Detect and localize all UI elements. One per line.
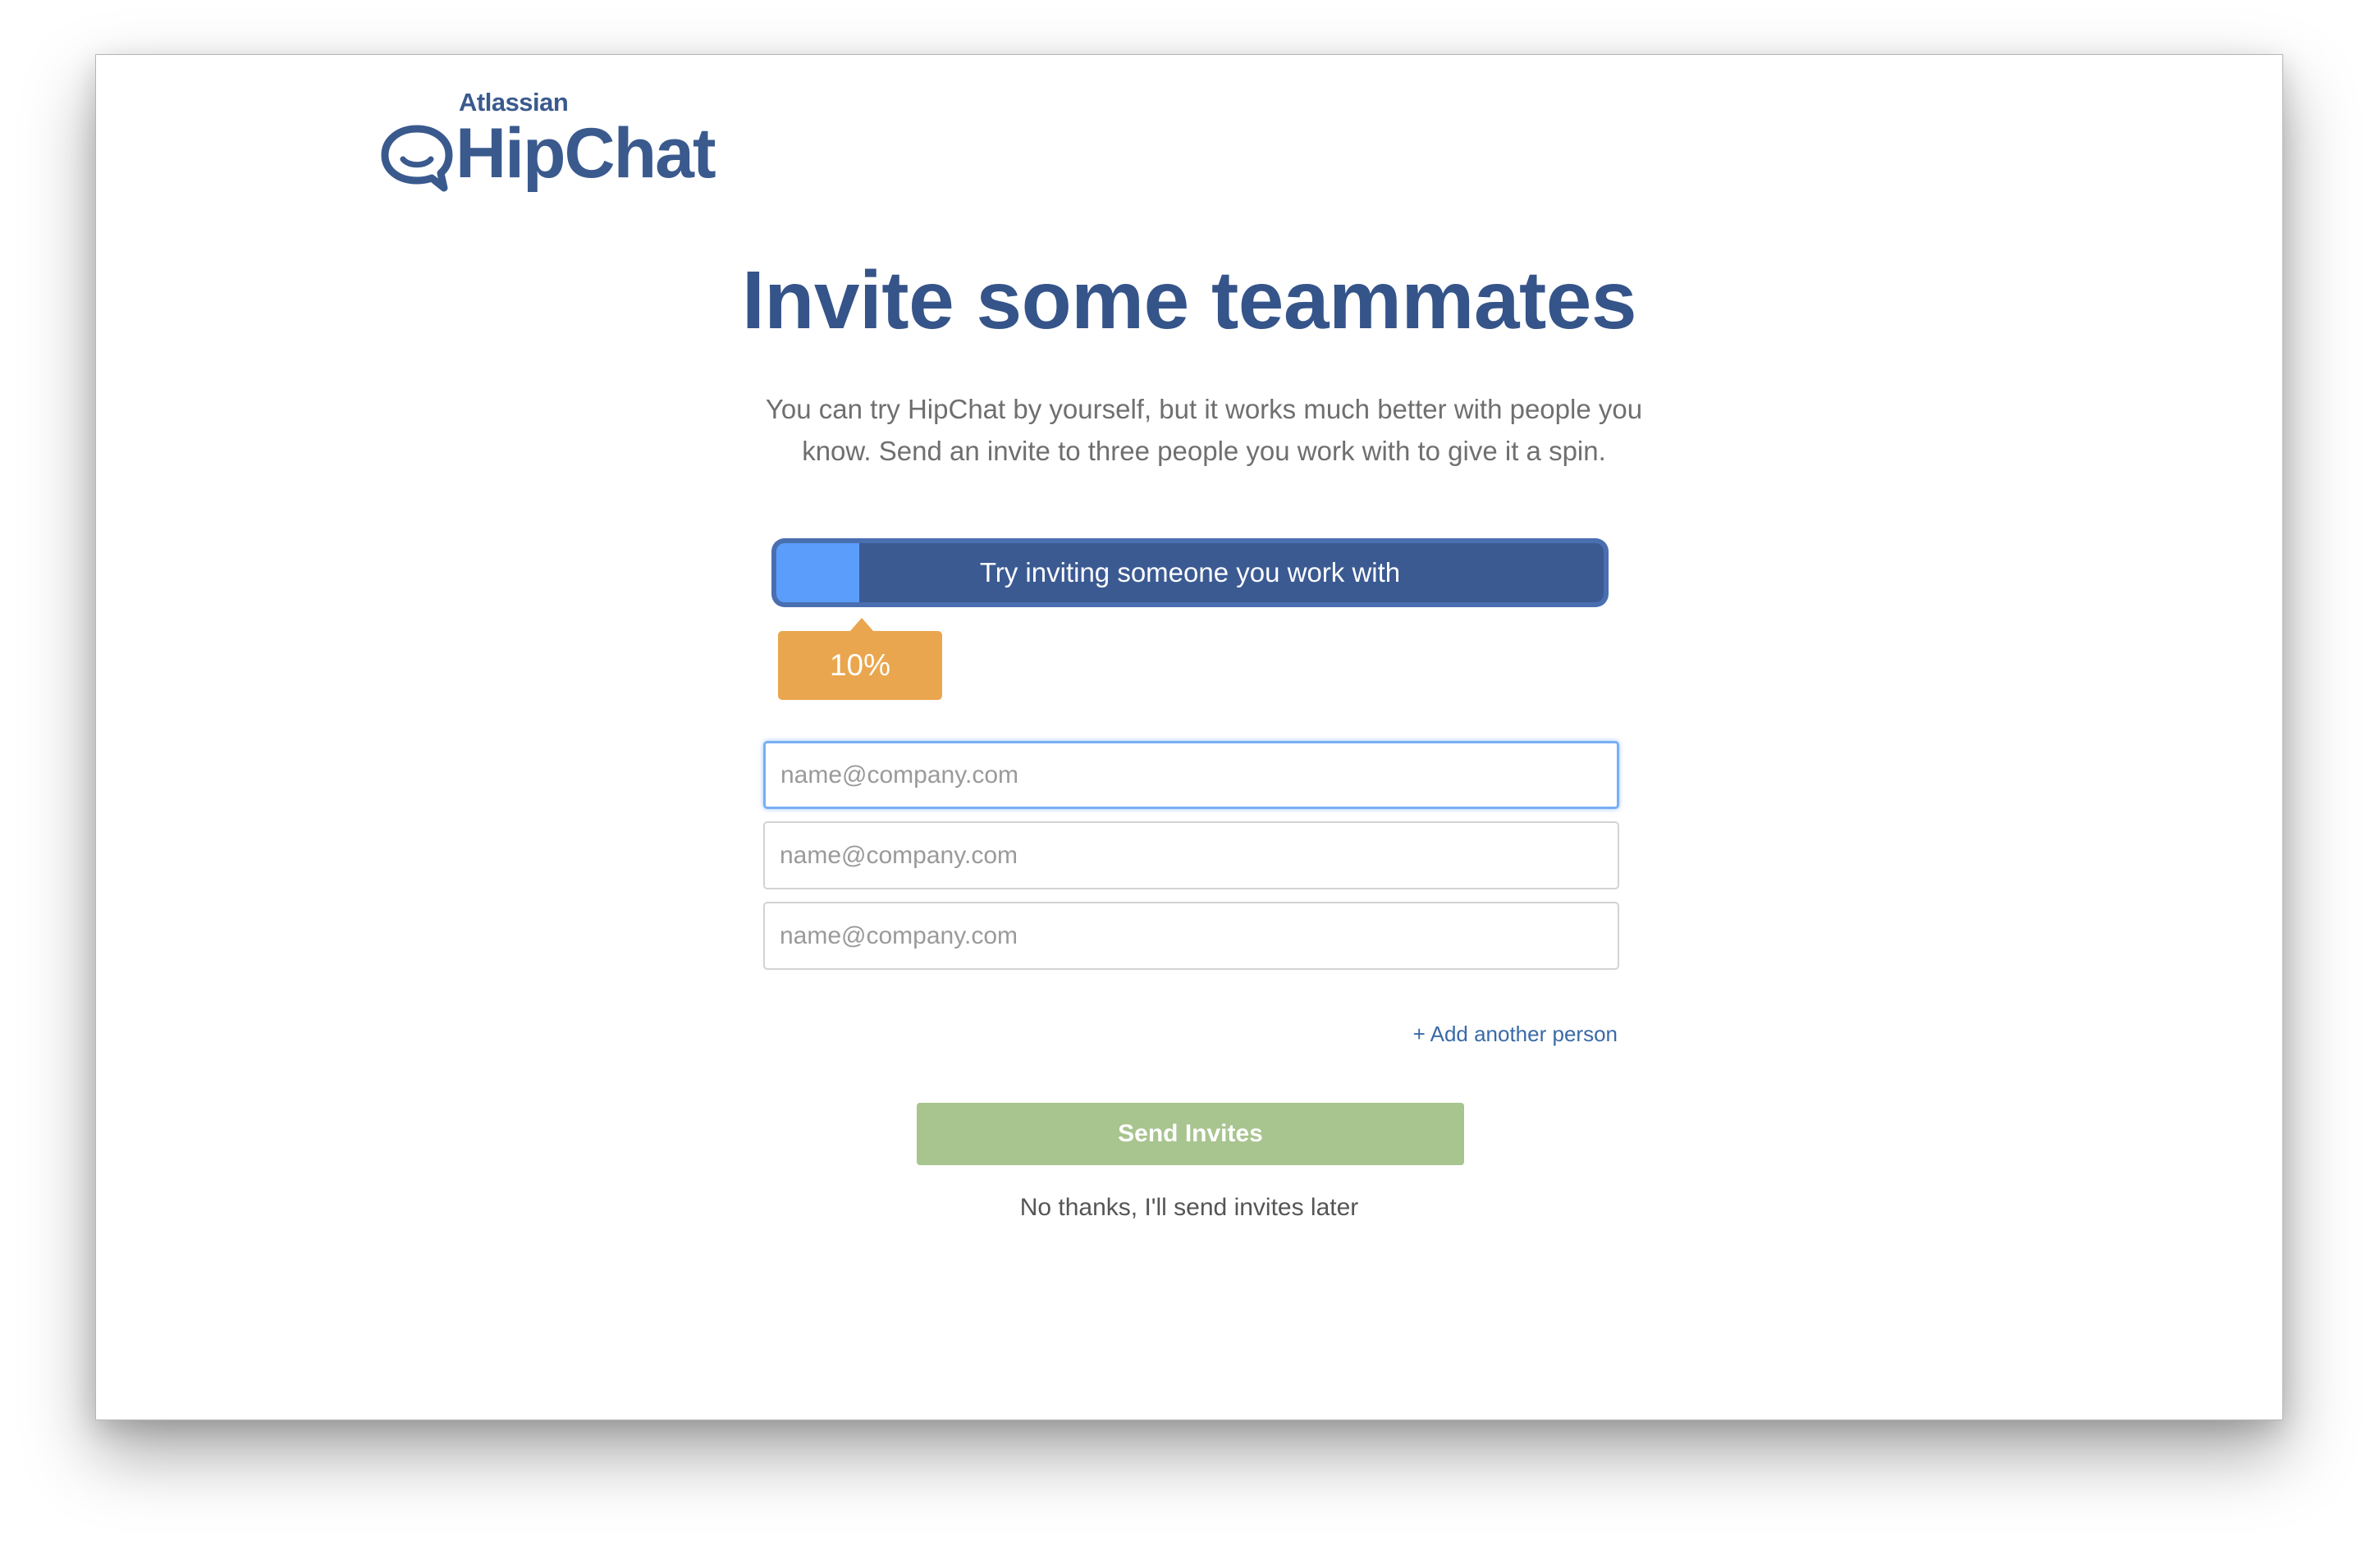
hipchat-logo[interactable]: Atlassian HipChat <box>380 86 716 201</box>
progress-track: Try inviting someone you work with <box>776 543 1604 602</box>
email-field-1[interactable] <box>763 741 1619 809</box>
add-another-person-link[interactable]: + Add another person <box>1413 1022 1618 1047</box>
page-description: You can try HipChat by yourself, but it … <box>765 394 1643 466</box>
progress-percent-badge: 10% <box>778 618 942 700</box>
send-invites-button[interactable]: Send Invites <box>917 1103 1464 1165</box>
chat-bubble-icon <box>381 125 453 192</box>
page-title: Invite some teammates <box>742 254 1637 346</box>
browser-window: Atlassian HipChat Invite some teammates … <box>95 54 2283 1420</box>
email-field-3[interactable] <box>763 902 1619 970</box>
email-field-2[interactable] <box>763 821 1619 889</box>
progress-label: Try inviting someone you work with <box>979 557 1401 587</box>
skip-invites-link[interactable]: No thanks, I'll send invites later <box>96 1194 2282 1222</box>
invite-progress-bar: Try inviting someone you work with <box>771 538 1609 607</box>
logo-product-text: HipChat <box>455 114 716 193</box>
